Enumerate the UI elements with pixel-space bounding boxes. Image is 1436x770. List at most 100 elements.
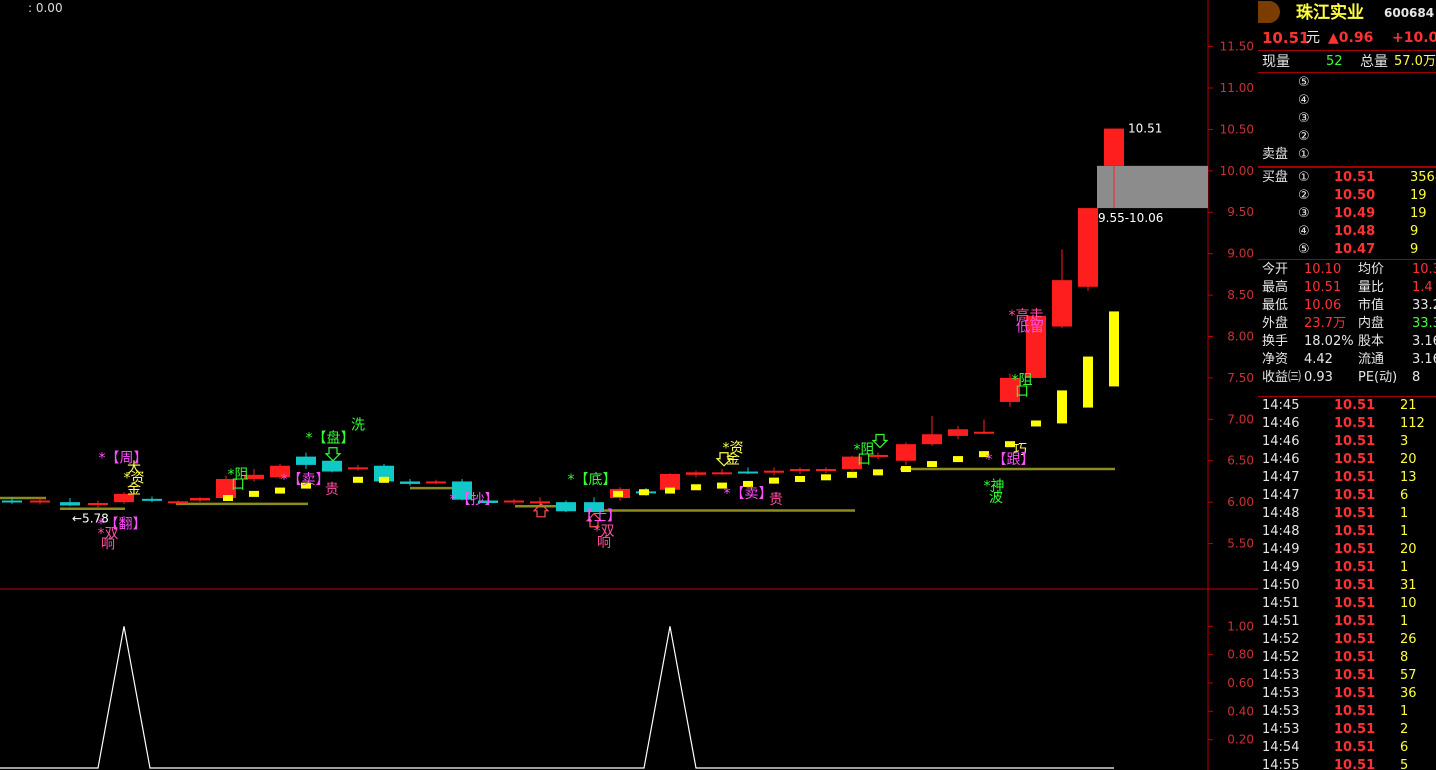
stat-value: 3.16: [1412, 334, 1436, 349]
stat-label: 最低: [1262, 298, 1289, 313]
y-tick-label: 5.50: [1227, 537, 1254, 551]
level-volume: 9: [1410, 224, 1419, 239]
sellbook-row: ②: [1260, 128, 1436, 146]
ticks-row: 14:51 10.51 1: [1260, 613, 1436, 631]
lower-tick-label: 0.60: [1227, 676, 1254, 690]
tick-time: 14:53: [1262, 722, 1300, 737]
tick-volume: 1: [1400, 524, 1409, 539]
zone-label: 9.55-10.06: [1098, 211, 1163, 225]
lower-tick-label: 1.00: [1227, 619, 1254, 633]
tick-time: 14:54: [1262, 740, 1300, 755]
signal-label: 贵: [325, 482, 339, 498]
last-price: 10.51: [1262, 29, 1310, 47]
lower-tick-label: 0.40: [1227, 704, 1254, 718]
tick-price: 10.51: [1334, 578, 1376, 593]
candle-body: [738, 471, 758, 474]
y-tick-label: 10.50: [1220, 122, 1254, 136]
tick-time: 14:46: [1262, 434, 1300, 449]
level-volume: 3568: [1410, 170, 1436, 185]
tick-volume: 1: [1400, 506, 1409, 521]
stat-label: 外盘: [1262, 316, 1289, 331]
signal-bar: [953, 456, 963, 463]
kline-chart[interactable]: 11.50 11.00 10.50 10.00 9.50 9.00 8.50 8.00 7.50…: [0, 0, 1258, 770]
stat-label: PE(动): [1358, 370, 1398, 385]
tick-price: 10.51: [1334, 452, 1376, 467]
stat-label: 均价: [1358, 262, 1385, 277]
stat-value: 18.02%: [1304, 334, 1354, 349]
candle-body: [1104, 128, 1124, 166]
ticks-row: 14:52 10.51 8: [1260, 649, 1436, 667]
signal-label: *【抄】: [450, 492, 499, 508]
tick-price: 10.51: [1334, 506, 1376, 521]
signal-label: 响: [101, 537, 115, 553]
tick-price: 10.51: [1334, 758, 1376, 770]
candle-body: [348, 467, 368, 470]
tick-volume: 2: [1400, 722, 1409, 737]
price-change: ▲0.96: [1328, 30, 1374, 46]
candle-body: [816, 469, 836, 472]
level-index: ④: [1298, 93, 1310, 108]
ticks-row: 14:49 10.51 1: [1260, 559, 1436, 577]
y-tick-label: 10.00: [1220, 164, 1254, 178]
buybook-row: 买盘 ① 10.51 3568: [1260, 169, 1436, 187]
tick-price: 10.51: [1334, 650, 1376, 665]
stat-value: 33.2: [1412, 298, 1436, 313]
tick-price: 10.51: [1334, 560, 1376, 575]
candle-body: [896, 444, 916, 461]
candle-body: [142, 498, 162, 501]
level-index: ②: [1298, 129, 1310, 144]
price-change-pct: +10.0: [1392, 30, 1436, 46]
y-tick-label: 6.00: [1227, 495, 1254, 509]
candle-body: [2, 500, 22, 503]
tick-time: 14:55: [1262, 758, 1300, 770]
ticks-row: 14:45 10.51 21: [1260, 397, 1436, 415]
tick-price: 10.51: [1334, 488, 1376, 503]
buybook-row: ③ 10.49 19: [1260, 205, 1436, 223]
tick-volume: 10: [1400, 596, 1417, 611]
tick-volume: 36: [1400, 686, 1417, 701]
stat-label: 收益㈢: [1262, 370, 1302, 385]
tick-volume: 21: [1400, 398, 1417, 413]
candle-body: [400, 481, 420, 484]
candle-body: [922, 434, 942, 445]
y-tick-label: 9.00: [1227, 247, 1254, 261]
level-index: ①: [1298, 147, 1310, 162]
stat-value: 3.16: [1412, 352, 1436, 367]
signal-bar: [639, 489, 649, 496]
ticks-row: 14:53 10.51 36: [1260, 685, 1436, 703]
signal-label: 波: [989, 490, 1003, 506]
stat-value: 23.7万: [1304, 316, 1346, 331]
tick-price: 10.51: [1334, 740, 1376, 755]
tick-price: 10.51: [1334, 470, 1376, 485]
signal-label: 金: [127, 482, 141, 498]
signal-bar: [769, 477, 779, 484]
tick-time: 14:49: [1262, 542, 1300, 557]
tick-price: 10.51: [1334, 434, 1376, 449]
buybook-row: ④ 10.48 9: [1260, 223, 1436, 241]
ticks-row: 14:48 10.51 1: [1260, 505, 1436, 523]
level-index: ③: [1298, 111, 1310, 126]
tick-price: 10.51: [1334, 686, 1376, 701]
sellbook-row: ⑤: [1260, 74, 1436, 92]
candle-body: [530, 501, 550, 504]
signal-bar: [795, 475, 805, 482]
tick-volume: 1: [1400, 614, 1409, 629]
stat-label: 净资: [1262, 352, 1289, 367]
tick-price: 10.51: [1334, 614, 1376, 629]
sell-book-label: 卖盘: [1262, 147, 1289, 162]
buybook-row: ⑤ 10.47 9: [1260, 241, 1436, 259]
price-annotation: 10.51: [1128, 122, 1162, 136]
ticks-row: 14:53 10.51 1: [1260, 703, 1436, 721]
level-index: ②: [1298, 188, 1310, 203]
candle-body: [322, 460, 342, 472]
tick-time: 14:46: [1262, 416, 1300, 431]
tick-volume: 20: [1400, 542, 1417, 557]
price-unit: 元: [1306, 30, 1320, 46]
level-index: ①: [1298, 170, 1310, 185]
signal-label: 口: [231, 477, 245, 493]
ticks-row: 14:55 10.51 5: [1260, 757, 1436, 770]
signal-label: *【底】: [568, 472, 617, 488]
price-row: 10.51 元 ▲0.96 +10.0: [1260, 28, 1436, 48]
signal-label: 口: [857, 452, 871, 468]
stats-row: 收益㈢ 0.93 PE(动) 8: [1260, 369, 1436, 387]
